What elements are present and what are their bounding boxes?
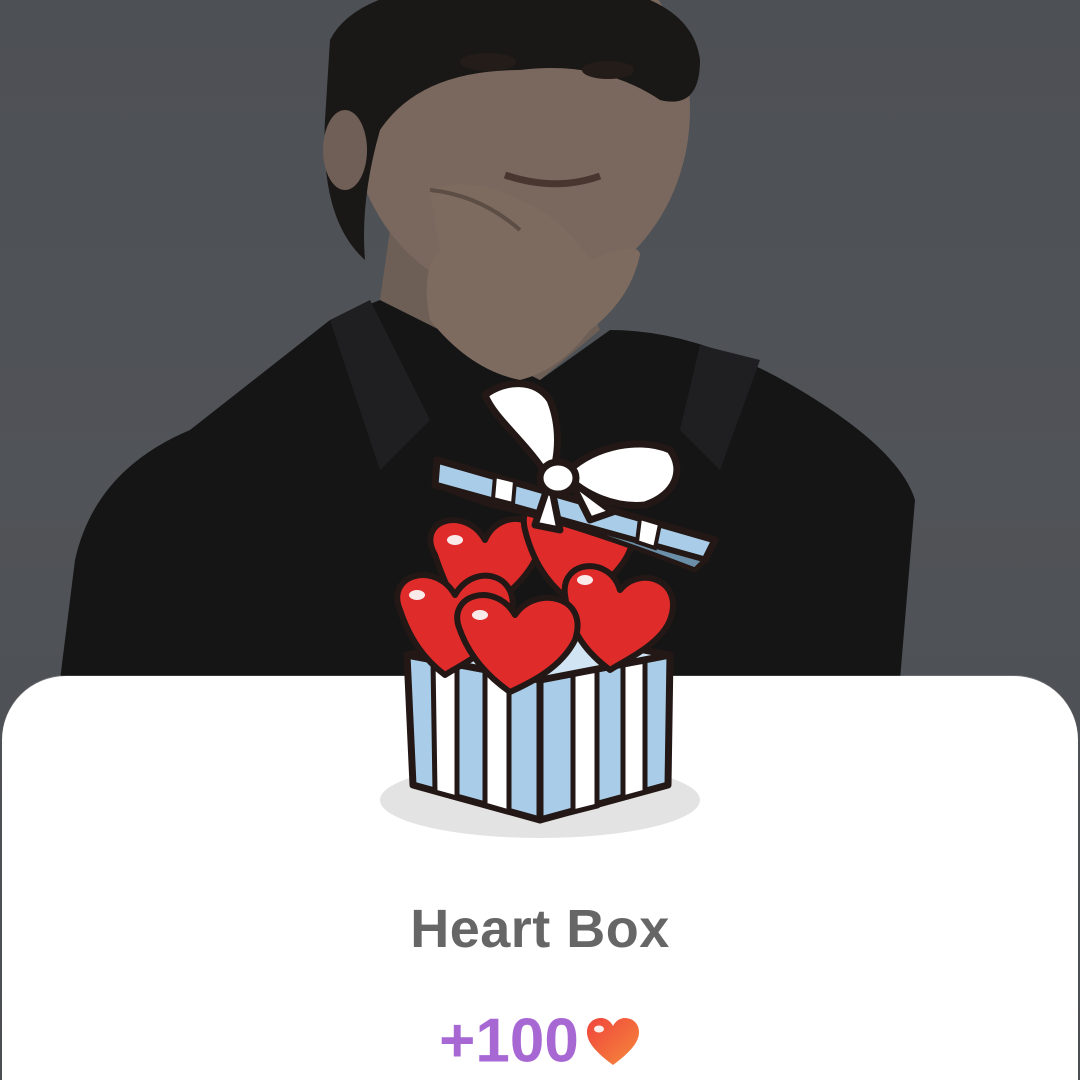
reward-amount: +100	[439, 1006, 579, 1076]
heart-gift-box-icon	[375, 380, 720, 840]
reward-amount-row: +100	[0, 1003, 1080, 1077]
reward-screen: Heart Box +100	[0, 0, 1080, 1080]
heart-icon	[586, 1017, 639, 1065]
reward-title: Heart Box	[410, 899, 670, 959]
